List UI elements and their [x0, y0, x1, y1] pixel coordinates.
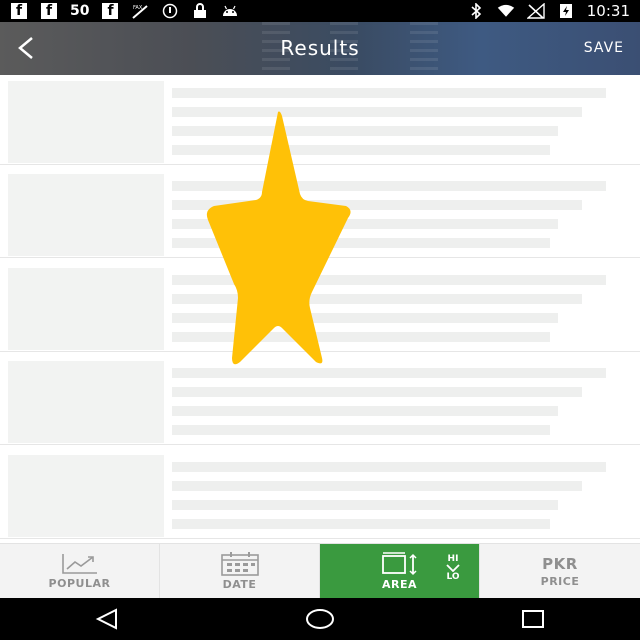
sort-price-label: PRICE — [540, 575, 580, 588]
status-bar: f f 50 f FAX 10:31 — [0, 0, 640, 22]
sort-order-indicator: HI LO — [445, 554, 461, 582]
status-left: f f 50 f FAX — [10, 3, 239, 19]
trending-chart-icon — [61, 554, 97, 574]
facebook-icon: f — [10, 3, 28, 19]
sort-bar: POPULAR DATE AREA HI LO PKR PRICE — [0, 543, 640, 599]
thumbnail-placeholder — [8, 81, 164, 163]
list-item[interactable] — [0, 449, 640, 539]
text-placeholder — [172, 500, 558, 510]
battery-charging-icon — [557, 3, 575, 19]
text-placeholder — [172, 88, 606, 98]
data-saver-icon — [161, 3, 179, 19]
back-triangle-icon — [95, 608, 117, 630]
save-button[interactable]: SAVE — [584, 40, 624, 56]
text-placeholder — [172, 406, 558, 416]
nav-recents-button[interactable] — [513, 604, 553, 634]
app-bar: Results SAVE — [0, 22, 640, 75]
chevron-down-icon — [446, 564, 460, 572]
text-placeholder — [172, 462, 606, 472]
sort-date-label: DATE — [222, 578, 257, 591]
page-title: Results — [280, 36, 360, 60]
wifi-icon — [497, 3, 515, 19]
price-currency: PKR — [542, 555, 578, 573]
text-placeholder — [172, 519, 550, 529]
android-icon — [221, 3, 239, 19]
thumbnail-placeholder — [8, 174, 164, 256]
recents-square-icon — [522, 610, 545, 628]
calendar-icon — [220, 552, 259, 576]
thumbnail-placeholder — [8, 268, 164, 350]
fax-icon: FAX — [131, 3, 149, 19]
home-circle-icon — [305, 609, 334, 629]
sort-order-lo: LO — [446, 572, 460, 582]
nav-home-button[interactable] — [300, 604, 340, 634]
nav-back-button[interactable] — [87, 604, 127, 634]
notification-count: 50 — [70, 3, 90, 19]
text-placeholder — [172, 481, 582, 491]
sort-area-label: AREA — [381, 578, 417, 591]
facebook-icon: f — [101, 3, 119, 19]
sort-area-button[interactable]: AREA HI LO — [320, 544, 480, 599]
thumbnail-placeholder — [8, 455, 164, 537]
sort-popular-label: POPULAR — [48, 577, 111, 590]
navigation-bar — [0, 598, 640, 640]
sort-date-button[interactable]: DATE — [160, 544, 320, 599]
thumbnail-placeholder — [8, 361, 164, 443]
facebook-icon: f — [40, 3, 58, 19]
star-icon — [206, 111, 351, 365]
text-placeholder — [172, 425, 550, 435]
status-right: 10:31 — [467, 2, 630, 20]
sort-popular-button[interactable]: POPULAR — [0, 544, 160, 599]
signal-off-icon — [526, 3, 545, 19]
lock-icon — [191, 3, 209, 19]
bluetooth-icon — [467, 3, 485, 19]
sort-order-hi: HI — [447, 554, 459, 564]
text-placeholder — [172, 387, 582, 397]
sort-price-button[interactable]: PKR PRICE — [480, 544, 640, 599]
area-icon — [381, 552, 417, 576]
clock: 10:31 — [586, 2, 630, 20]
